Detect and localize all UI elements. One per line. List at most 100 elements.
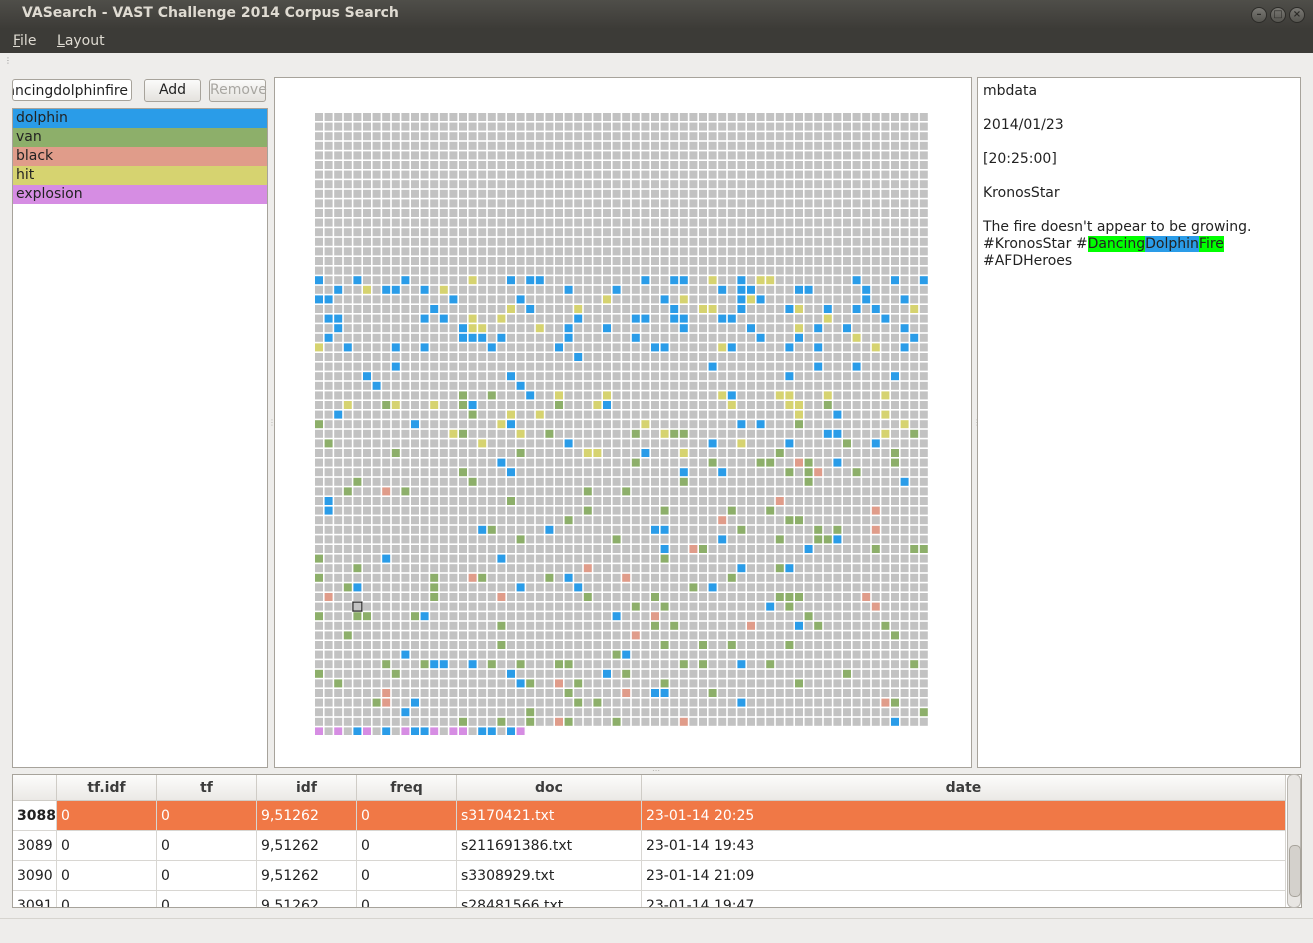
doc-cell[interactable] <box>382 372 391 381</box>
doc-cell[interactable] <box>478 391 487 400</box>
doc-cell[interactable] <box>391 429 400 438</box>
doc-cell[interactable] <box>603 228 611 237</box>
doc-cell[interactable] <box>535 621 544 630</box>
doc-cell[interactable] <box>459 237 467 246</box>
doc-cell[interactable] <box>363 525 371 534</box>
doc-cell[interactable] <box>555 218 563 227</box>
doc-cell[interactable] <box>487 141 496 150</box>
doc-cell[interactable] <box>574 401 583 409</box>
doc-cell[interactable] <box>891 218 899 227</box>
doc-cell[interactable] <box>718 669 727 678</box>
doc-cell[interactable] <box>919 708 928 717</box>
doc-cell[interactable] <box>622 324 631 333</box>
doc-cell[interactable] <box>900 228 909 237</box>
doc-cell[interactable] <box>833 141 842 150</box>
doc-cell[interactable] <box>430 468 439 477</box>
doc-cell[interactable] <box>353 660 362 669</box>
doc-cell[interactable] <box>766 516 775 525</box>
doc-cell[interactable] <box>487 266 496 275</box>
doc-cell[interactable] <box>526 333 535 342</box>
doc-cell[interactable] <box>459 161 467 169</box>
doc-cell[interactable] <box>670 276 679 285</box>
doc-cell[interactable] <box>401 449 410 457</box>
doc-cell[interactable] <box>900 439 909 448</box>
doc-cell[interactable] <box>593 708 602 717</box>
doc-cell[interactable] <box>564 525 573 534</box>
doc-cell[interactable] <box>324 564 333 573</box>
doc-cell[interactable] <box>612 612 621 621</box>
doc-cell[interactable] <box>775 237 784 246</box>
doc-cell[interactable] <box>439 429 448 438</box>
doc-cell[interactable] <box>919 468 928 477</box>
doc-cell[interactable] <box>449 698 458 707</box>
doc-cell[interactable] <box>679 247 688 256</box>
doc-cell[interactable] <box>430 257 439 265</box>
doc-cell[interactable] <box>420 314 429 323</box>
doc-cell[interactable] <box>363 209 371 217</box>
doc-cell[interactable] <box>747 141 755 150</box>
doc-cell[interactable] <box>583 199 592 208</box>
doc-cell[interactable] <box>727 209 736 217</box>
doc-cell[interactable] <box>535 161 544 169</box>
doc-cell[interactable] <box>574 429 583 438</box>
doc-cell[interactable] <box>526 641 535 649</box>
doc-cell[interactable] <box>583 593 592 601</box>
doc-cell[interactable] <box>804 324 813 333</box>
doc-cell[interactable] <box>727 132 736 141</box>
doc-cell[interactable] <box>804 333 813 342</box>
doc-cell[interactable] <box>622 602 631 611</box>
doc-cell[interactable] <box>852 161 861 169</box>
doc-cell[interactable] <box>718 391 727 400</box>
doc-cell[interactable] <box>891 593 899 601</box>
doc-cell[interactable] <box>391 391 400 400</box>
doc-cell[interactable] <box>315 583 323 592</box>
doc-cell[interactable] <box>641 612 650 621</box>
doc-cell[interactable] <box>641 161 650 169</box>
doc-cell[interactable] <box>823 132 832 141</box>
doc-cell[interactable] <box>910 161 919 169</box>
doc-cell[interactable] <box>823 247 832 256</box>
doc-cell[interactable] <box>785 545 794 553</box>
doc-cell[interactable] <box>612 545 621 553</box>
doc-cell[interactable] <box>766 132 775 141</box>
doc-cell[interactable] <box>881 554 890 563</box>
doc-cell[interactable] <box>564 314 573 323</box>
doc-cell[interactable] <box>430 545 439 553</box>
doc-cell[interactable] <box>315 506 323 515</box>
doc-cell[interactable] <box>795 132 803 141</box>
doc-cell[interactable] <box>564 132 573 141</box>
doc-cell[interactable] <box>535 573 544 582</box>
doc-cell[interactable] <box>449 429 458 438</box>
doc-cell[interactable] <box>727 612 736 621</box>
doc-cell[interactable] <box>516 650 525 659</box>
doc-cell[interactable] <box>900 545 909 553</box>
doc-cell[interactable] <box>718 305 727 313</box>
doc-cell[interactable] <box>727 189 736 198</box>
doc-cell[interactable] <box>919 660 928 669</box>
doc-cell[interactable] <box>583 189 592 198</box>
doc-cell[interactable] <box>535 113 544 121</box>
doc-cell[interactable] <box>814 535 823 544</box>
doc-cell[interactable] <box>795 506 803 515</box>
doc-cell[interactable] <box>487 324 496 333</box>
doc-cell[interactable] <box>603 285 611 294</box>
doc-cell[interactable] <box>593 353 602 361</box>
doc-cell[interactable] <box>919 525 928 534</box>
doc-cell[interactable] <box>564 698 573 707</box>
doc-cell[interactable] <box>670 237 679 246</box>
doc-cell[interactable] <box>401 564 410 573</box>
doc-cell[interactable] <box>497 189 506 198</box>
doc-cell[interactable] <box>420 324 429 333</box>
doc-cell[interactable] <box>315 669 323 678</box>
doc-cell[interactable] <box>487 689 496 697</box>
doc-cell[interactable] <box>708 689 717 697</box>
doc-cell[interactable] <box>612 381 621 390</box>
doc-cell[interactable] <box>871 429 880 438</box>
doc-cell[interactable] <box>478 583 487 592</box>
doc-cell[interactable] <box>881 170 890 179</box>
doc-cell[interactable] <box>747 381 755 390</box>
doc-cell[interactable] <box>766 573 775 582</box>
doc-cell[interactable] <box>430 141 439 150</box>
doc-cell[interactable] <box>718 276 727 285</box>
doc-cell[interactable] <box>583 237 592 246</box>
